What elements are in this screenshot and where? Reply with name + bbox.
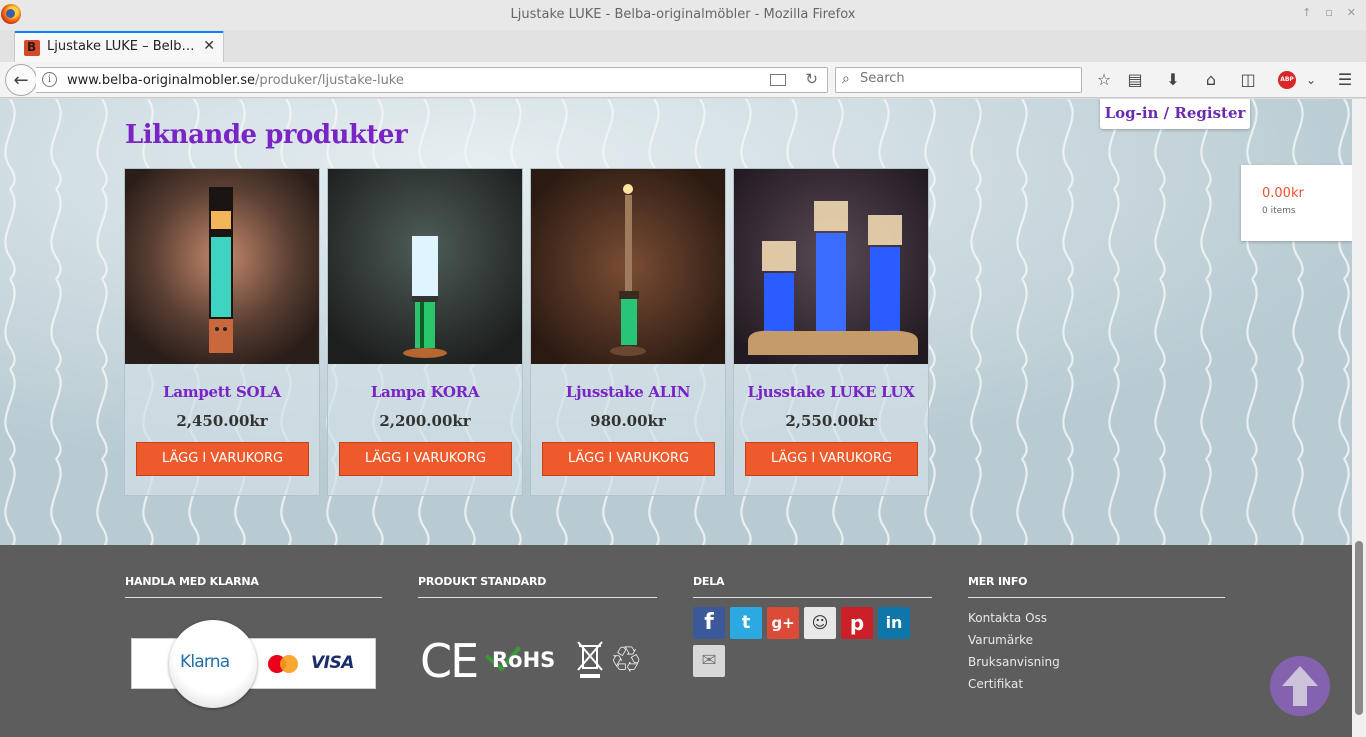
- linkedin-icon[interactable]: in: [878, 607, 910, 639]
- pocket-icon[interactable]: ◫: [1237, 70, 1259, 92]
- footer-divider: [125, 597, 382, 598]
- add-to-cart-button[interactable]: LÄGG I VARUKORG: [136, 442, 309, 476]
- url-bar[interactable]: i www.belba-originalmobler.se/produker/l…: [36, 67, 828, 93]
- downloads-icon[interactable]: ⬇: [1162, 70, 1184, 92]
- search-input[interactable]: [860, 71, 1070, 86]
- abp-menu-chevron-icon[interactable]: ⌄: [1300, 70, 1322, 92]
- back-button[interactable]: ←: [5, 64, 37, 96]
- product-image[interactable]: [328, 169, 522, 364]
- product-price: 2,200.00kr: [379, 412, 471, 430]
- minimize-icon[interactable]: ↑: [1302, 6, 1311, 19]
- add-to-cart-button[interactable]: LÄGG I VARUKORG: [339, 442, 512, 476]
- page-scrollbar-thumb[interactable]: [1355, 541, 1363, 715]
- site-footer: HANDLA MED KLARNA PRODUKT STANDARD DELA …: [0, 545, 1352, 737]
- footer-divider: [418, 597, 657, 598]
- rohs-mark: RoHS: [492, 648, 556, 672]
- product-name[interactable]: Lampa KORA: [328, 383, 522, 401]
- product-price: 980.00kr: [590, 412, 666, 430]
- login-register-button[interactable]: Log-in / Register: [1100, 99, 1250, 129]
- add-to-cart-button[interactable]: LÄGG I VARUKORG: [542, 442, 715, 476]
- reader-view-icon[interactable]: [770, 74, 786, 86]
- twitter-icon[interactable]: t: [730, 607, 762, 639]
- adblock-plus-icon[interactable]: ABP: [1278, 71, 1296, 89]
- navigation-toolbar: ← i www.belba-originalmobler.se/produker…: [0, 62, 1366, 98]
- window-titlebar: Ljustake LUKE - Belba-originalmöbler - M…: [0, 0, 1366, 30]
- footer-heading: MER INFO: [968, 575, 1028, 588]
- related-products-grid: Lampett SOLA 2,450.00kr LÄGG I VARUKORG: [124, 168, 930, 497]
- back-arrow-icon: ←: [13, 69, 29, 91]
- tab-bar: Ljustake LUKE – Belb… ✕ +: [0, 30, 1366, 87]
- search-bar[interactable]: ⌕: [835, 67, 1082, 93]
- search-icon: ⌕: [842, 71, 850, 87]
- url-text[interactable]: www.belba-originalmobler.se/produker/lju…: [67, 73, 404, 88]
- mastercard-logo-icon: [268, 655, 298, 673]
- product-image[interactable]: [125, 169, 319, 364]
- footer-link-kontakta[interactable]: Kontakta Oss: [968, 611, 1047, 625]
- reading-list-icon[interactable]: ▤: [1124, 70, 1146, 92]
- add-to-cart-button[interactable]: LÄGG I VARUKORG: [745, 442, 918, 476]
- google-plus-icon[interactable]: g+: [767, 607, 799, 639]
- pinterest-icon[interactable]: p: [841, 607, 873, 639]
- hamburger-menu-icon[interactable]: ☰: [1334, 70, 1356, 92]
- page-content: Liknande produkter Log-in / Register 0.0…: [0, 99, 1352, 545]
- cart-total: 0.00kr: [1262, 186, 1304, 201]
- window-title: Ljustake LUKE - Belba-originalmöbler - M…: [510, 7, 856, 22]
- related-products-title: Liknande produkter: [125, 120, 408, 150]
- ce-mark: CE: [420, 634, 479, 688]
- product-image[interactable]: [531, 169, 725, 364]
- scroll-to-top-button[interactable]: [1270, 656, 1330, 716]
- footer-link-bruksanvisning[interactable]: Bruksanvisning: [968, 655, 1060, 669]
- product-card: Ljusstake ALIN 980.00kr LÄGG I VARUKORG: [530, 168, 726, 496]
- site-info-icon[interactable]: i: [42, 72, 57, 87]
- footer-heading: DELA: [693, 575, 725, 588]
- tab-active[interactable]: Ljustake LUKE – Belb… ✕: [14, 31, 224, 62]
- restore-icon[interactable]: ▫: [1325, 6, 1332, 19]
- product-name[interactable]: Ljusstake LUKE LUX: [734, 383, 928, 401]
- klarna-logo: Klarna: [180, 652, 230, 672]
- product-card: Lampa KORA 2,200.00kr LÄGG I VARUKORG: [327, 168, 523, 496]
- recycle-icon: ♲: [610, 640, 643, 681]
- reddit-icon[interactable]: ☺: [804, 607, 836, 639]
- site-favicon-icon: [24, 40, 40, 56]
- product-image[interactable]: [734, 169, 928, 364]
- arrow-up-icon: [1282, 666, 1318, 706]
- bookmark-star-icon[interactable]: ☆: [1093, 70, 1115, 92]
- footer-heading: PRODUKT STANDARD: [418, 575, 547, 588]
- product-price: 2,450.00kr: [176, 412, 268, 430]
- footer-link-certifikat[interactable]: Certifikat: [968, 677, 1023, 691]
- weee-bin-icon: [577, 641, 603, 678]
- product-card: Ljusstake LUKE LUX 2,550.00kr LÄGG I VAR…: [733, 168, 929, 496]
- window-controls: ↑ ▫ ✕: [1302, 6, 1356, 19]
- cart-item-count: 0 items: [1262, 206, 1296, 216]
- tab-label: Ljustake LUKE – Belb…: [47, 39, 195, 54]
- url-path: /produker/ljustake-luke: [254, 73, 404, 88]
- visa-logo: VISA: [311, 653, 354, 673]
- reload-icon[interactable]: ↻: [805, 70, 818, 88]
- footer-link-varumarke[interactable]: Varumärke: [968, 633, 1033, 647]
- home-icon[interactable]: ⌂: [1200, 70, 1222, 92]
- product-name[interactable]: Lampett SOLA: [125, 383, 319, 401]
- product-name[interactable]: Ljusstake ALIN: [531, 383, 725, 401]
- email-icon[interactable]: ✉: [693, 645, 725, 677]
- footer-heading: HANDLA MED KLARNA: [125, 575, 259, 588]
- tab-close-icon[interactable]: ✕: [203, 38, 215, 54]
- product-price: 2,550.00kr: [785, 412, 877, 430]
- url-domain: www.belba-originalmobler.se: [67, 73, 255, 88]
- mini-cart[interactable]: 0.00kr 0 items: [1241, 165, 1352, 241]
- product-card: Lampett SOLA 2,450.00kr LÄGG I VARUKORG: [124, 168, 320, 496]
- facebook-icon[interactable]: f: [693, 607, 725, 639]
- footer-divider: [968, 597, 1225, 598]
- footer-divider: [693, 597, 932, 598]
- close-window-icon[interactable]: ✕: [1347, 6, 1356, 19]
